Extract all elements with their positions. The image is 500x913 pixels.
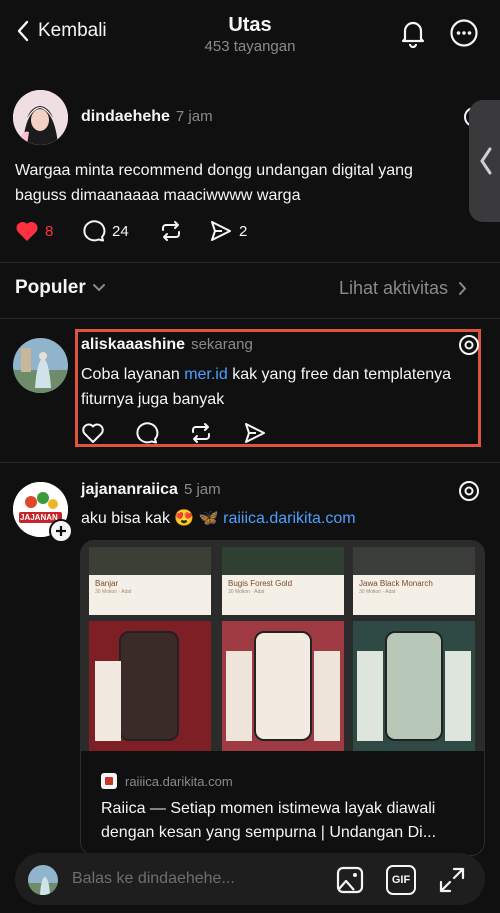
expand-icon[interactable]	[437, 865, 467, 895]
template-name: Bugis Forest Gold	[228, 579, 293, 588]
reply1-actions	[81, 421, 267, 445]
reply2-text: aku bisa kak 😍 🦋 raiiica.darikita.com	[81, 506, 356, 531]
template-sub: 30 Motion · Adat	[95, 589, 132, 595]
reply1-text-line2: fiturnya juga banyak	[81, 391, 225, 408]
reply2-username[interactable]: jajananraiica	[81, 481, 178, 498]
template-tile: Bugis Forest Gold 30 Motion · Adat	[222, 547, 344, 615]
sort-dropdown[interactable]: Populer	[15, 277, 106, 299]
op-text: Wargaa minta recommend dongg undangan di…	[15, 158, 413, 208]
comment-count: 24	[112, 222, 129, 240]
reply2-time: 5 jam	[183, 481, 221, 498]
reply-composer[interactable]: Balas ke dindaehehe... GIF	[15, 853, 485, 905]
divider	[0, 318, 500, 319]
reply1-text: Coba layanan mer.id kak yang free dan te…	[81, 362, 451, 412]
repost-icon	[159, 219, 183, 243]
template-name: Banjar	[95, 579, 119, 588]
template-preview-green	[353, 621, 475, 751]
follow-plus-button[interactable]	[49, 519, 73, 543]
reply2-header: jajananraiica 5 jam	[81, 481, 221, 499]
reply2-text-pre: aku bisa kak 😍 🦋	[81, 510, 224, 527]
card-domain: raiiica.darikita.com	[125, 773, 233, 789]
share-count: 2	[239, 222, 248, 240]
gif-button[interactable]: GIF	[386, 865, 416, 895]
comment-icon	[82, 219, 106, 243]
chevron-down-icon	[92, 283, 106, 293]
heart-filled-icon	[15, 220, 39, 242]
share-button[interactable]: 2	[209, 219, 247, 243]
reply-input[interactable]: Balas ke dindaehehe...	[72, 870, 235, 888]
image-icon[interactable]	[335, 865, 365, 895]
comment-icon[interactable]	[135, 421, 159, 445]
divider	[0, 262, 500, 263]
sort-label: Populer	[15, 277, 86, 298]
repost-icon[interactable]	[189, 421, 213, 445]
op-text-line2: baguss dimaanaaaa maaciwwww warga	[15, 187, 301, 204]
reply1-header: aliskaaashine sekarang	[81, 336, 253, 354]
op-header: dindaehehe 7 jam	[81, 108, 213, 126]
view-activity-link[interactable]: Lihat aktivitas	[339, 278, 467, 299]
reply1-text-pre: Coba layanan	[81, 366, 185, 383]
heart-icon[interactable]	[81, 422, 105, 444]
chevron-right-icon	[458, 281, 467, 296]
like-count: 8	[45, 222, 54, 240]
link-preview-image: Banjar 30 Motion · Adat Bugis Forest Gol…	[81, 541, 484, 751]
more-options-icon[interactable]	[449, 18, 479, 48]
op-text-line1: Wargaa minta recommend dongg undangan di…	[15, 162, 413, 179]
template-tile: Jawa Black Monarch 30 Motion · Adat	[353, 547, 475, 615]
threads-logo-icon	[458, 334, 480, 356]
link-preview-card[interactable]: Banjar 30 Motion · Adat Bugis Forest Gol…	[80, 540, 485, 856]
notification-bell-icon[interactable]	[398, 18, 428, 48]
template-name: Jawa Black Monarch	[359, 579, 433, 588]
my-avatar	[28, 865, 58, 895]
reply1-link[interactable]: mer.id	[184, 366, 228, 383]
template-sub: 30 Motion · Adat	[359, 589, 396, 595]
repost-button[interactable]	[159, 219, 209, 243]
reply2-link[interactable]: raiiica.darikita.com	[223, 510, 355, 527]
template-preview-red	[222, 621, 344, 751]
op-time: 7 jam	[175, 108, 213, 125]
card-domain-row: raiiica.darikita.com	[101, 773, 233, 789]
card-title-line1: Raiica — Setiap momen istimewa layak dia…	[101, 800, 436, 817]
site-favicon-icon	[101, 773, 117, 789]
plus-icon	[55, 525, 67, 537]
comment-button[interactable]: 24	[82, 219, 159, 243]
template-tile: Banjar 30 Motion · Adat	[89, 547, 211, 615]
like-button[interactable]: 8	[15, 220, 82, 242]
op-avatar[interactable]	[13, 90, 68, 145]
card-title: Raiica — Setiap momen istimewa layak dia…	[101, 797, 436, 845]
side-panel-handle[interactable]	[469, 100, 500, 222]
template-preview-maroon	[89, 621, 211, 751]
send-icon	[209, 219, 233, 243]
card-title-line2: dengan kesan yang sempurna | Undangan Di…	[101, 824, 437, 841]
template-sub: 30 Motion · Adat	[228, 589, 265, 595]
op-actions: 8 24 2	[15, 219, 247, 243]
reply1-avatar[interactable]	[13, 338, 68, 393]
view-activity-label: Lihat aktivitas	[339, 278, 449, 298]
chevron-left-icon	[479, 146, 493, 176]
avatar-text: JAJANAN	[20, 513, 58, 522]
threads-logo-icon	[458, 480, 480, 502]
reply1-username[interactable]: aliskaaashine	[81, 336, 185, 353]
reply1-text-post: kak yang free dan templatenya	[227, 366, 452, 383]
send-icon[interactable]	[243, 421, 267, 445]
divider	[0, 462, 500, 463]
reply1-time: sekarang	[191, 336, 253, 353]
op-username[interactable]: dindaehehe	[81, 108, 170, 125]
